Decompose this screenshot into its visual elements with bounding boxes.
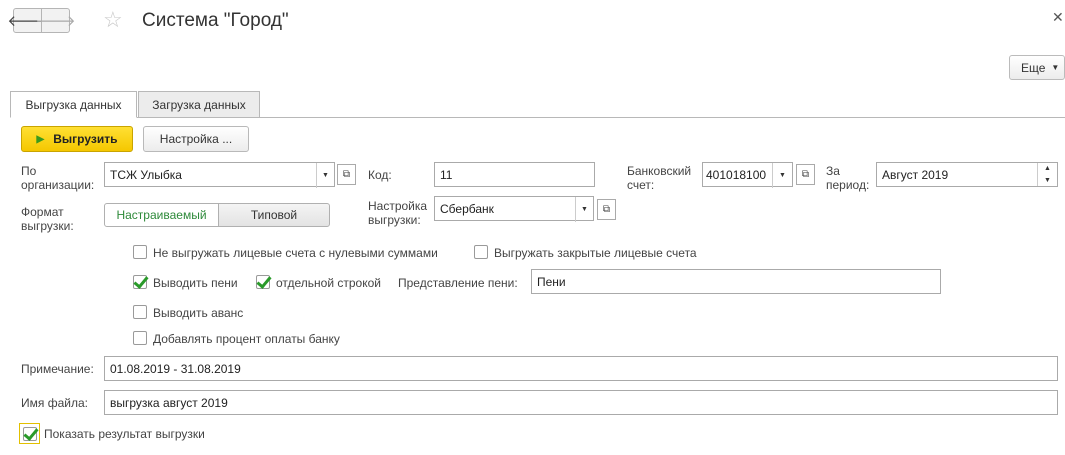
- note-field[interactable]: 01.08.2019 - 31.08.2019: [104, 356, 1058, 381]
- period-label-line1: За: [826, 164, 840, 178]
- show-result-checkbox[interactable]: [23, 427, 37, 441]
- spin-down-icon[interactable]: ▼: [1044, 177, 1051, 184]
- export-setting-value: Сбербанк: [440, 201, 494, 216]
- filename-value: выгрузка август 2019: [110, 395, 228, 410]
- export-setting-field[interactable]: Сбербанк ▼: [434, 196, 594, 222]
- separate-line-label: отдельной строкой: [276, 276, 381, 290]
- bank-account-field[interactable]: 401018100 ▼: [702, 162, 793, 188]
- org-field[interactable]: ТСЖ Улыбка ▼: [104, 162, 335, 188]
- bank-percent-checkbox[interactable]: [133, 331, 147, 345]
- org-label-line1: По: [21, 164, 37, 178]
- window-title: Система "Город": [142, 10, 289, 31]
- note-label: Примечание:: [21, 362, 94, 376]
- spin-up-icon[interactable]: ▲: [1044, 165, 1051, 172]
- caret-down-icon: ▼: [1051, 63, 1060, 72]
- note-value: 01.08.2019 - 31.08.2019: [110, 361, 241, 376]
- export-setting-label-line1: Настройка: [368, 199, 428, 213]
- format-option-custom[interactable]: Настраиваемый: [104, 203, 219, 227]
- format-label-line1: Формат: [21, 205, 64, 219]
- show-penalty-checkbox[interactable]: [133, 275, 147, 289]
- export-setting-dropdown-icon[interactable]: ▼: [575, 197, 593, 222]
- tab-export[interactable]: Выгрузка данных: [10, 91, 137, 118]
- export-closed-label: Выгружать закрытые лицевые счета: [494, 246, 697, 260]
- export-button-label: Выгрузить: [53, 132, 118, 146]
- org-label: По организации:: [21, 164, 94, 192]
- bank-open-icon[interactable]: ⧉: [796, 164, 815, 185]
- bank-account-value: 401018100: [706, 167, 767, 182]
- settings-button-label: Настройка ...: [159, 132, 233, 146]
- format-label-line2: выгрузки:: [21, 219, 74, 233]
- code-field[interactable]: 11: [434, 162, 595, 187]
- show-penalty-label: Выводить пени: [153, 276, 238, 290]
- period-spinner[interactable]: ▲ ▼: [1037, 163, 1057, 186]
- penalty-repr-value: Пени: [537, 274, 566, 289]
- export-button[interactable]: ▶ Выгрузить: [21, 126, 133, 152]
- penalty-repr-field[interactable]: Пени: [531, 269, 941, 294]
- arrow-right-icon: 🡒: [35, 13, 76, 30]
- more-button[interactable]: Еще ▼: [1009, 55, 1065, 80]
- org-value: ТСЖ Улыбка: [110, 167, 182, 182]
- export-setting-label-line2: выгрузки:: [368, 213, 421, 227]
- bank-percent-label: Добавлять процент оплаты банку: [153, 332, 340, 346]
- skip-zero-checkbox[interactable]: [133, 245, 147, 259]
- show-advance-checkbox[interactable]: [133, 305, 147, 319]
- export-setting-label: Настройка выгрузки:: [368, 199, 427, 227]
- close-icon[interactable]: ✕: [1052, 9, 1064, 26]
- show-advance-label: Выводить аванс: [153, 306, 244, 320]
- forward-button[interactable]: 🡒: [35, 8, 76, 33]
- tab-divider: [10, 117, 1065, 118]
- period-label: За период:: [826, 164, 869, 192]
- favorite-star-icon[interactable]: ☆: [103, 9, 123, 31]
- code-label: Код:: [368, 168, 392, 182]
- period-value: Август 2019: [882, 167, 949, 182]
- org-open-icon[interactable]: ⧉: [337, 164, 356, 185]
- skip-zero-label: Не выгружать лицевые счета с нулевыми су…: [153, 246, 438, 260]
- export-setting-open-icon[interactable]: ⧉: [597, 199, 616, 220]
- play-icon: ▶: [36, 133, 45, 145]
- org-label-line2: организации:: [21, 178, 95, 192]
- separate-line-checkbox[interactable]: [256, 275, 270, 289]
- penalty-repr-label: Представление пени:: [398, 276, 518, 290]
- bank-label: Банковский счет:: [627, 164, 691, 192]
- settings-button[interactable]: Настройка ...: [143, 126, 249, 152]
- export-closed-checkbox[interactable]: [474, 245, 488, 259]
- code-value: 11: [440, 167, 453, 182]
- format-option-standard[interactable]: Типовой: [218, 203, 330, 227]
- org-dropdown-icon[interactable]: ▼: [316, 163, 334, 188]
- period-field[interactable]: Август 2019 ▲ ▼: [876, 162, 1058, 187]
- format-label: Формат выгрузки:: [21, 205, 74, 233]
- more-label: Еще: [1021, 60, 1046, 75]
- bank-dropdown-icon[interactable]: ▼: [772, 163, 792, 188]
- period-label-line2: период:: [826, 178, 870, 192]
- bank-label-line2: счет:: [627, 178, 655, 192]
- show-result-label: Показать результат выгрузки: [44, 427, 205, 441]
- bank-label-line1: Банковский: [627, 164, 692, 178]
- tab-import[interactable]: Загрузка данных: [138, 91, 260, 118]
- filename-label: Имя файла:: [21, 396, 88, 410]
- filename-field[interactable]: выгрузка август 2019: [104, 390, 1058, 415]
